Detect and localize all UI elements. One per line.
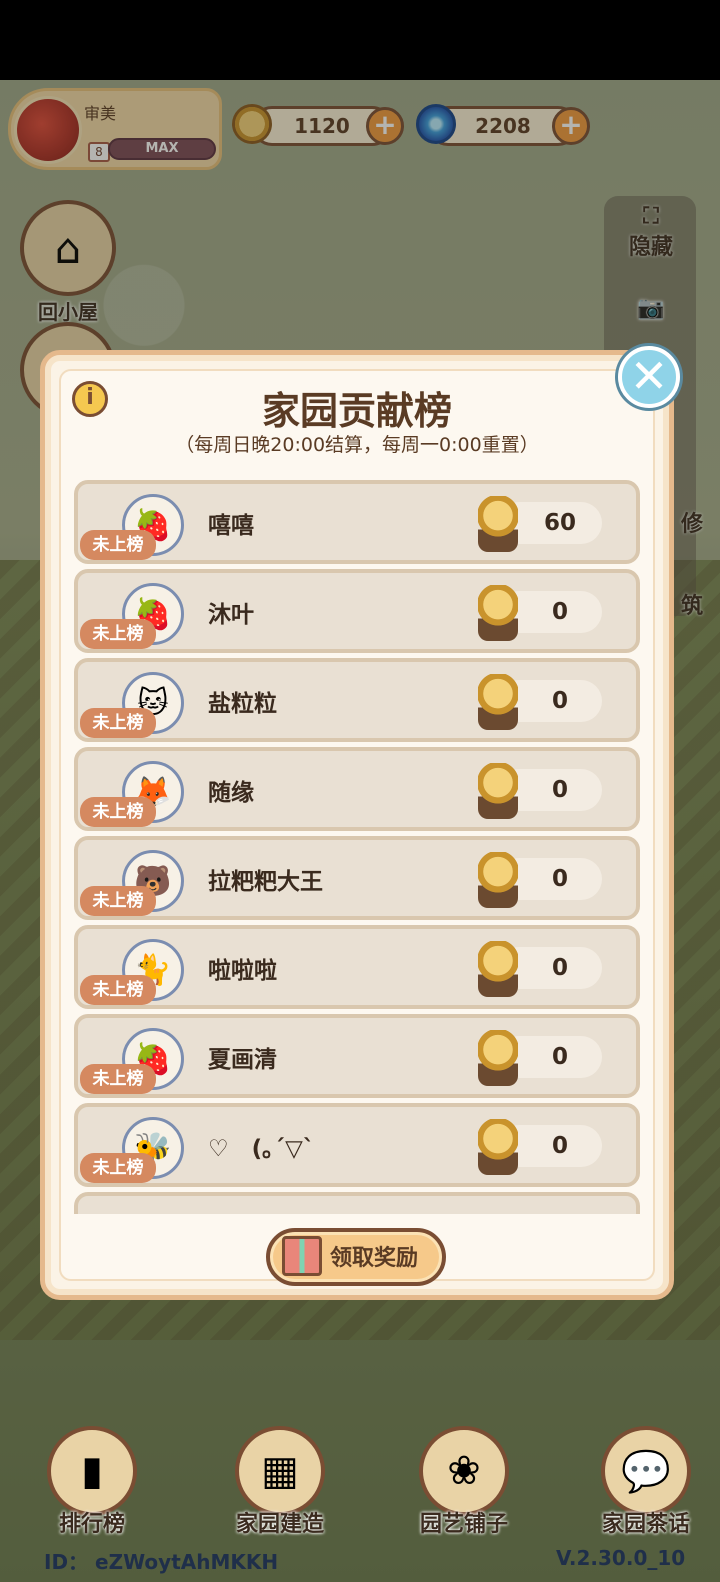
plant-basket-icon: ❀ bbox=[419, 1426, 509, 1516]
rank-tag: 未上榜 bbox=[80, 797, 156, 827]
row-name: 拉粑粑大王 bbox=[208, 869, 323, 895]
ranking-row[interactable]: 🐈 未上榜 啦啦啦 0 bbox=[74, 925, 640, 1009]
rank-tag: 未上榜 bbox=[80, 975, 156, 1005]
ranking-row[interactable]: 🦊 未上榜 随缘 0 bbox=[74, 747, 640, 831]
snail-icon bbox=[478, 496, 518, 552]
nav-ranking-label: 排行榜 bbox=[58, 1512, 125, 1537]
ranking-row[interactable]: 🐱 未上榜 盐粒粒 0 bbox=[74, 658, 640, 742]
ranking-row[interactable]: 🍓 未上榜 沐叶 0 bbox=[74, 569, 640, 653]
snail-icon bbox=[478, 941, 518, 997]
row-name: ♡ (｡ˊ▽ˋ bbox=[208, 1136, 315, 1162]
claim-reward-label: 领取奖励 bbox=[330, 1246, 419, 1271]
snail-icon bbox=[478, 852, 518, 908]
close-button[interactable]: ✕ bbox=[618, 346, 680, 408]
ranking-icon: ▮ bbox=[47, 1426, 137, 1516]
ranking-row-partial[interactable] bbox=[74, 1192, 640, 1214]
snail-icon bbox=[478, 1030, 518, 1086]
nav-garden-build-label: 家园建造 bbox=[235, 1512, 324, 1537]
ranking-list[interactable]: 🍓 未上榜 嘻嘻 60 🍓 未上榜 沐叶 0 🐱 未上榜 盐粒粒 0 🦊 未上榜… bbox=[70, 476, 644, 1214]
row-name: 夏画清 bbox=[208, 1047, 277, 1073]
user-id: ID： eZWoytAhMKKH bbox=[44, 1550, 279, 1574]
rank-tag: 未上榜 bbox=[80, 1153, 156, 1183]
nav-garden-shop-label: 园艺铺子 bbox=[419, 1512, 508, 1537]
nav-ranking[interactable]: ▮ 排行榜 bbox=[22, 1426, 162, 1538]
ranking-row[interactable]: 🍓 未上榜 夏画清 0 bbox=[74, 1014, 640, 1098]
nav-garden-shop[interactable]: ❀ 园艺铺子 bbox=[394, 1426, 534, 1538]
row-name: 沐叶 bbox=[208, 602, 254, 628]
nav-garden-build[interactable]: ▦ 家园建造 bbox=[210, 1426, 350, 1538]
snail-icon bbox=[478, 585, 518, 641]
nav-garden-chat-label: 家园茶话 bbox=[601, 1512, 690, 1537]
row-name: 盐粒粒 bbox=[208, 691, 277, 717]
status-bar bbox=[0, 0, 720, 80]
row-name: 啦啦啦 bbox=[208, 958, 277, 984]
ranking-row[interactable]: 🐻 未上榜 拉粑粑大王 0 bbox=[74, 836, 640, 920]
row-name: 随缘 bbox=[208, 780, 254, 806]
rank-tag: 未上榜 bbox=[80, 708, 156, 738]
version-label: V.2.30.0_10 bbox=[556, 1546, 686, 1570]
rank-tag: 未上榜 bbox=[80, 619, 156, 649]
chat-bubbles-icon: 💬 bbox=[601, 1426, 691, 1516]
snail-icon bbox=[478, 763, 518, 819]
snail-icon bbox=[478, 674, 518, 730]
snail-icon bbox=[478, 1119, 518, 1175]
ranking-row[interactable]: 🍓 未上榜 嘻嘻 60 bbox=[74, 480, 640, 564]
ranking-row[interactable]: 🐝 未上榜 ♡ (｡ˊ▽ˋ 0 bbox=[74, 1103, 640, 1187]
gift-icon bbox=[282, 1236, 322, 1276]
bricks-icon: ▦ bbox=[235, 1426, 325, 1516]
rank-tag: 未上榜 bbox=[80, 1064, 156, 1094]
rank-tag: 未上榜 bbox=[80, 886, 156, 916]
row-name: 嘻嘻 bbox=[208, 513, 254, 539]
nav-garden-chat[interactable]: 💬 家园茶话 bbox=[576, 1426, 716, 1538]
modal-title: 家园贡献榜 bbox=[261, 389, 452, 433]
modal-subtitle: （每周日晚20:00结算，每周一0:00重置） bbox=[175, 434, 539, 456]
rank-tag: 未上榜 bbox=[80, 530, 156, 560]
